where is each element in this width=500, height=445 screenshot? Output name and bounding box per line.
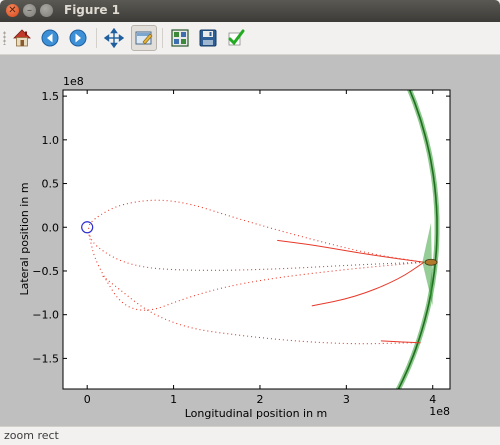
pan-button[interactable] [101, 25, 127, 51]
y-offset-text: 1e8 [63, 75, 84, 88]
y-tick-label: 1.0 [42, 134, 60, 147]
maximize-button[interactable] [40, 4, 53, 17]
y-axis-label: Lateral position in m [18, 182, 31, 295]
x-tick-label: 2 [256, 393, 263, 406]
close-button[interactable]: ✕ [6, 4, 19, 17]
checkmark-icon [228, 29, 245, 46]
back-button[interactable] [37, 25, 63, 51]
subplots-icon [171, 29, 189, 47]
x-offset-text: 1e8 [429, 405, 450, 418]
toolbar [0, 22, 500, 55]
back-arrow-icon [41, 29, 59, 47]
floppy-disk-icon [199, 29, 217, 47]
save-button[interactable] [195, 25, 221, 51]
x-axis-label: Longitudinal position in m [185, 407, 328, 420]
x-tick-label: 0 [84, 393, 91, 406]
x-tick-label: 3 [343, 393, 350, 406]
y-tick-label: 0.0 [42, 221, 60, 234]
toolbar-grip[interactable] [3, 31, 6, 45]
y-tick-label: −1.0 [32, 309, 59, 322]
zoom-button[interactable] [131, 25, 157, 51]
moon-marker [424, 258, 438, 266]
figure-window: ✕ – Figure 1 0 1 2 3 4 −1.5 −1.0 −0.5 0.… [0, 0, 500, 445]
subplots-button[interactable] [167, 25, 193, 51]
y-tick-label: −1.5 [32, 352, 59, 365]
zoom-rect-icon [135, 31, 153, 45]
forward-button[interactable] [65, 25, 91, 51]
x-tick-label: 1 [170, 393, 177, 406]
chart[interactable]: 0 1 2 3 4−1.5−1.0−0.50.00.51.01.5 1e8 1e8 Lo… [0, 55, 500, 426]
toolbar-separator [162, 28, 163, 48]
y-tick-label: 0.5 [42, 178, 60, 191]
forward-arrow-icon [69, 29, 87, 47]
minimize-button[interactable]: – [23, 4, 36, 17]
status-text: zoom rect [4, 429, 59, 442]
pan-arrows-icon [104, 28, 124, 48]
y-tick-label: −0.5 [32, 265, 59, 278]
window-title: Figure 1 [64, 3, 121, 17]
home-icon [13, 29, 31, 47]
status-bar: zoom rect [0, 426, 500, 445]
toolbar-separator [96, 28, 97, 48]
figure-canvas[interactable]: 0 1 2 3 4 −1.5 −1.0 −0.5 0.0 0.5 1.0 1.5 1e8 1e8 Lo… [0, 55, 500, 426]
home-button[interactable] [9, 25, 35, 51]
title-bar: ✕ – Figure 1 [0, 0, 500, 22]
y-tick-label: 1.5 [42, 90, 60, 103]
plot-area [63, 90, 450, 389]
edit-button[interactable] [223, 25, 249, 51]
